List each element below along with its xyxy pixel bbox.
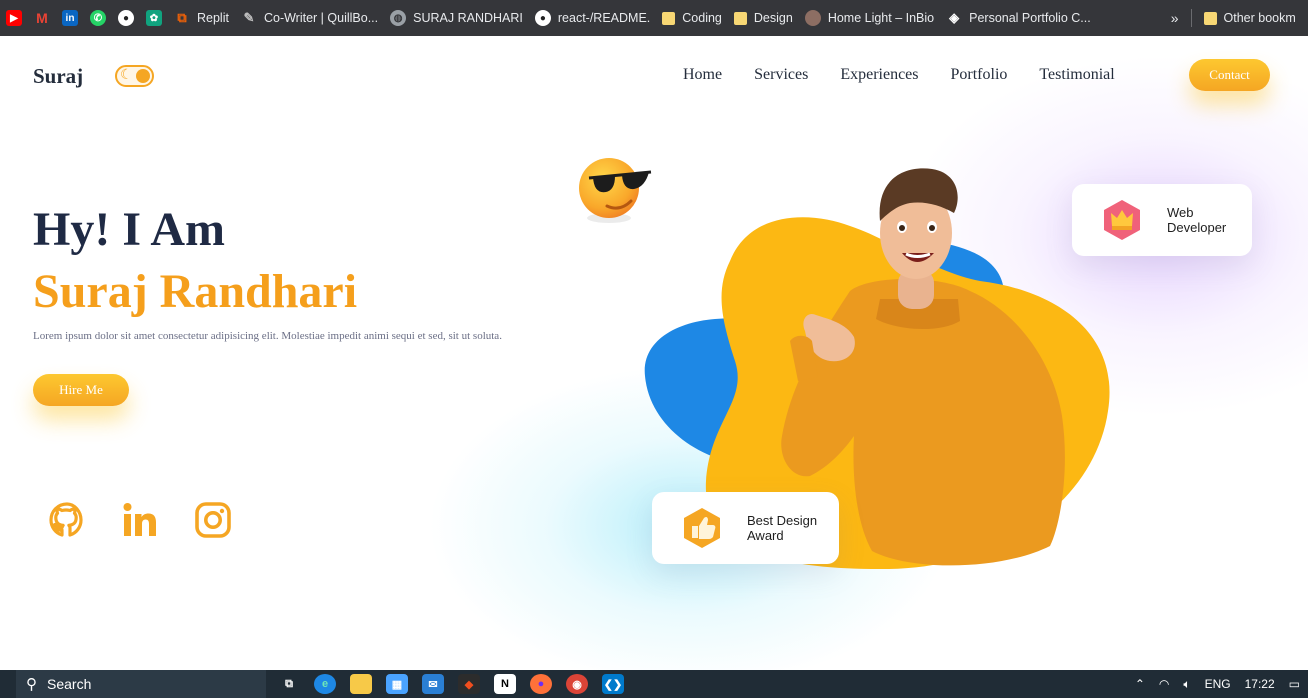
bookmark-quillbot[interactable]: ✎ Co-Writer | QuillBo... <box>235 0 384 36</box>
bookmark-youtube[interactable]: ▶ <box>0 0 28 36</box>
bookmark-label: Replit <box>197 11 229 25</box>
linkedin-icon: in <box>62 10 78 26</box>
taskbar-search[interactable]: ⚲ Search <box>16 670 266 698</box>
bookmark-gmail[interactable]: M <box>28 0 56 36</box>
social-links <box>47 500 233 540</box>
volume-icon[interactable]: 🔈︎ <box>1183 677 1190 692</box>
crown-badge-icon <box>1104 200 1140 240</box>
other-bookmarks[interactable]: Other bookm <box>1198 0 1302 36</box>
github-icon: ● <box>118 10 134 26</box>
globe-icon: ◍ <box>390 10 407 26</box>
site-logo[interactable]: Suraj <box>33 64 83 89</box>
toggle-knob <box>136 69 150 83</box>
mail-icon[interactable]: ✉ <box>422 674 444 694</box>
folder-icon <box>733 11 747 25</box>
chevron-double-right-icon: » <box>1170 10 1179 26</box>
avatar-icon <box>804 10 821 26</box>
chevron-up-icon[interactable]: ⌃ <box>1135 677 1145 691</box>
bookmark-label: react-/README. <box>557 11 651 25</box>
folder-icon <box>662 11 676 25</box>
bookmark-inbio[interactable]: Home Light – InBio <box>799 0 940 36</box>
file-explorer-icon[interactable] <box>350 674 372 694</box>
nav-home[interactable]: Home <box>683 66 722 84</box>
bookmark-label: Personal Portfolio C... <box>969 11 1091 25</box>
bookmark-label: Design <box>753 11 793 25</box>
firefox-icon[interactable]: ● <box>530 674 552 694</box>
other-bookmarks-label: Other bookm <box>1223 11 1296 25</box>
windows-taskbar: ⚲ Search ⧉ e ▦ ✉ ◆ N ● ◉ ❮❯ ⌃ ◠ 🔈︎ ENG 1… <box>0 670 1308 698</box>
bookmarks-overflow-button[interactable]: » <box>1165 0 1185 36</box>
taskbar-apps: ⧉ e ▦ ✉ ◆ N ● ◉ ❮❯ <box>278 674 624 694</box>
bookmark-linkedin[interactable]: in <box>56 0 84 36</box>
edge-icon[interactable]: e <box>314 674 336 694</box>
youtube-icon: ▶ <box>6 10 22 26</box>
moon-icon: ☾ <box>120 68 133 83</box>
wifi-icon[interactable]: ◠ <box>1159 677 1169 691</box>
folder-icon <box>1203 11 1217 25</box>
quill-icon: ✎ <box>243 10 255 25</box>
theme-toggle[interactable]: ☾ <box>115 65 154 87</box>
bookmark-folder-design[interactable]: Design <box>728 0 799 36</box>
thumbs-up-badge-icon <box>684 508 720 548</box>
linkedin-icon[interactable] <box>120 500 160 540</box>
nav-testimonial[interactable]: Testimonial <box>1039 66 1114 84</box>
hire-me-button[interactable]: Hire Me <box>33 374 129 406</box>
instagram-icon[interactable] <box>193 500 233 540</box>
task-view-icon[interactable]: ⧉ <box>278 674 300 694</box>
bookmarks-bar: ▶ M in ✆ ● ✿ ⧉ Replit ✎ Co-Writer | QuillB… <box>0 0 1308 36</box>
figma-icon[interactable]: ◆ <box>458 674 480 694</box>
nav-experiences[interactable]: Experiences <box>840 66 918 84</box>
hero-greeting: Hy! I Am <box>33 203 225 256</box>
bookmark-readme[interactable]: ● react-/README. <box>529 0 656 36</box>
notification-icon[interactable]: ▭ <box>1289 677 1300 691</box>
nav-portfolio[interactable]: Portfolio <box>951 66 1008 84</box>
taskbar-search-placeholder: Search <box>47 676 92 692</box>
bookmark-replit[interactable]: ⧉ Replit <box>168 0 235 36</box>
gmail-icon: M <box>36 10 48 26</box>
bookmark-folder-coding[interactable]: Coding <box>656 0 728 36</box>
codepen-icon: ◈ <box>949 10 960 25</box>
bookmark-whatsapp[interactable]: ✆ <box>84 0 112 36</box>
microsoft-store-icon[interactable]: ▦ <box>386 674 408 694</box>
system-tray: ⌃ ◠ 🔈︎ ENG 17:22 ▭ <box>1135 670 1300 698</box>
bookmarks-divider <box>1190 9 1192 27</box>
language-indicator[interactable]: ENG <box>1205 677 1231 691</box>
chrome-icon[interactable]: ◉ <box>566 674 588 694</box>
whatsapp-icon: ✆ <box>90 10 106 26</box>
bookmark-suraj[interactable]: ◍ SURAJ RANDHARI <box>384 0 529 36</box>
bookmark-label: Home Light – InBio <box>827 11 935 25</box>
bookmark-label: Coding <box>682 11 722 25</box>
best-design-award-card: Best Design Award <box>652 492 839 564</box>
clock[interactable]: 17:22 <box>1245 677 1275 691</box>
vscode-icon[interactable]: ❮❯ <box>602 674 624 694</box>
github-icon: ● <box>534 10 551 26</box>
bookmark-label: SURAJ RANDHARI <box>413 11 523 25</box>
replit-icon: ⧉ <box>177 10 187 25</box>
bookmark-portfolio[interactable]: ◈ Personal Portfolio C... <box>940 0 1097 36</box>
bookmark-chatgpt[interactable]: ✿ <box>140 0 168 36</box>
main-nav: Home Services Experiences Portfolio Test… <box>683 66 1115 84</box>
notion-icon[interactable]: N <box>494 674 516 694</box>
hero-name: Suraj Randhari <box>33 265 358 318</box>
portfolio-page: Suraj ☾ Home Services Experiences Portfo… <box>0 36 1308 670</box>
best-design-award-label: Best Design Award <box>747 513 818 543</box>
bookmark-label: Co-Writer | QuillBo... <box>263 11 379 25</box>
github-icon[interactable] <box>47 500 87 540</box>
hero-description: Lorem ipsum dolor sit amet consectetur a… <box>33 330 502 342</box>
contact-button[interactable]: Contact <box>1189 59 1270 91</box>
nav-services[interactable]: Services <box>754 66 808 84</box>
bookmark-github[interactable]: ● <box>112 0 140 36</box>
chatgpt-icon: ✿ <box>146 10 162 26</box>
web-developer-label: Web Developer <box>1167 205 1227 235</box>
web-developer-card: Web Developer <box>1072 184 1252 256</box>
search-icon: ⚲ <box>26 676 37 693</box>
